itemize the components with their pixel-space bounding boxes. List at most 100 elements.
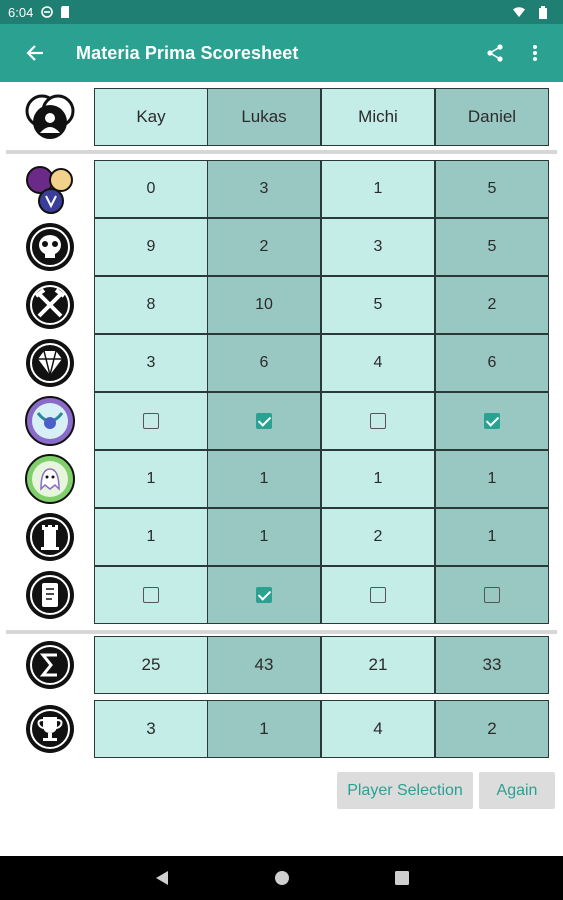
checkbox[interactable] [143,587,159,603]
rank-cell: 4 [321,700,435,758]
arrow-left-icon [26,45,43,61]
score-cell[interactable]: 8 [94,276,208,334]
player-name-lukas: Lukas [207,88,321,146]
total-cell: 21 [321,636,435,694]
battery-icon [537,5,549,19]
score-cell[interactable]: 1 [207,450,321,508]
score-row-tools: 8 10 5 2 [0,276,563,334]
wifi-icon [513,6,525,18]
score-cell[interactable]: 5 [435,160,549,218]
score-cell[interactable]: 1 [207,508,321,566]
navigation-bar [0,856,563,900]
gem-icon [24,337,76,389]
overflow-menu-button[interactable] [515,24,555,82]
score-cell[interactable]: 1 [94,508,208,566]
purple-gem-icon [24,395,76,447]
rank-cell: 1 [207,700,321,758]
rank-cell: 3 [94,700,208,758]
header-row: Kay Lukas Michi Daniel [0,88,563,146]
nav-back-button[interactable] [150,866,174,890]
checkbox[interactable] [370,413,386,429]
check-cell[interactable] [94,566,208,624]
score-row-ghost: 1 1 1 1 [0,450,563,508]
nav-home-icon [274,871,289,885]
checkbox[interactable] [484,587,500,603]
score-row-tower: 1 1 2 1 [0,508,563,566]
score-cell[interactable]: 1 [435,508,549,566]
page-title: Materia Prima Scoresheet [76,42,299,63]
app-bar: Materia Prima Scoresheet [0,24,563,82]
sd-card-icon [59,6,71,18]
check-cell[interactable] [94,392,208,450]
share-icon [487,44,503,62]
total-cell: 25 [94,636,208,694]
score-cell[interactable]: 2 [435,276,549,334]
ghost-icon [24,453,76,505]
players-icon [24,91,76,143]
score-cell[interactable]: 5 [321,276,435,334]
player-name-daniel: Daniel [435,88,549,146]
score-cell[interactable]: 1 [321,160,435,218]
rank-row: 3 1 4 2 [0,700,563,758]
nav-recents-button[interactable] [390,866,414,890]
score-row-scroll [0,566,563,624]
nav-home-button[interactable] [270,866,294,890]
score-cell[interactable]: 6 [207,334,321,392]
skull-icon [24,221,76,273]
divider [6,630,557,634]
score-cell[interactable]: 2 [321,508,435,566]
checkbox-checked[interactable] [484,413,500,429]
total-cell: 43 [207,636,321,694]
trophy-icon [24,703,76,755]
share-button[interactable] [475,24,515,82]
magic-orbs-icon [24,163,76,215]
status-bar: 6:04 [0,0,563,24]
more-vert-icon [533,45,537,61]
score-cell[interactable]: 1 [94,450,208,508]
checkbox[interactable] [370,587,386,603]
scroll-icon [24,569,76,621]
score-cell[interactable]: 0 [94,160,208,218]
score-row-purple-gem [0,392,563,450]
rank-cell: 2 [435,700,549,758]
total-cell: 33 [435,636,549,694]
score-cell[interactable]: 3 [207,160,321,218]
check-cell[interactable] [207,566,321,624]
check-cell[interactable] [321,566,435,624]
sync-icon [41,6,54,18]
sum-icon [24,639,76,691]
back-button[interactable] [0,24,70,82]
player-selection-button[interactable]: Player Selection [337,772,473,809]
divider [6,150,557,154]
player-name-michi: Michi [321,88,435,146]
sum-row: 25 43 21 33 [0,636,563,694]
score-row-orbs: 0 3 1 5 [0,160,563,218]
check-cell[interactable] [321,392,435,450]
check-cell[interactable] [435,566,549,624]
checkbox-checked[interactable] [256,413,272,429]
checkbox[interactable] [143,413,159,429]
tower-icon [24,511,76,563]
score-cell[interactable]: 4 [321,334,435,392]
score-row-skull: 9 2 3 5 [0,218,563,276]
score-cell[interactable]: 3 [94,334,208,392]
score-cell[interactable]: 3 [321,218,435,276]
score-cell[interactable]: 6 [435,334,549,392]
score-cell[interactable]: 10 [207,276,321,334]
check-cell[interactable] [435,392,549,450]
nav-back-icon [155,871,168,885]
score-cell[interactable]: 9 [94,218,208,276]
again-button[interactable]: Again [479,772,555,809]
score-cell[interactable]: 1 [435,450,549,508]
checkbox-checked[interactable] [256,587,272,603]
score-row-gem: 3 6 4 6 [0,334,563,392]
check-cell[interactable] [207,392,321,450]
nav-recents-icon [394,871,409,885]
player-name-kay: Kay [94,88,208,146]
status-time: 6:04 [8,4,34,20]
score-cell[interactable]: 5 [435,218,549,276]
crossed-tools-icon [24,279,76,331]
score-cell[interactable]: 1 [321,450,435,508]
screen: 6:04 Materia Prima Scoresheet Kay Lukas … [0,0,563,900]
score-cell[interactable]: 2 [207,218,321,276]
